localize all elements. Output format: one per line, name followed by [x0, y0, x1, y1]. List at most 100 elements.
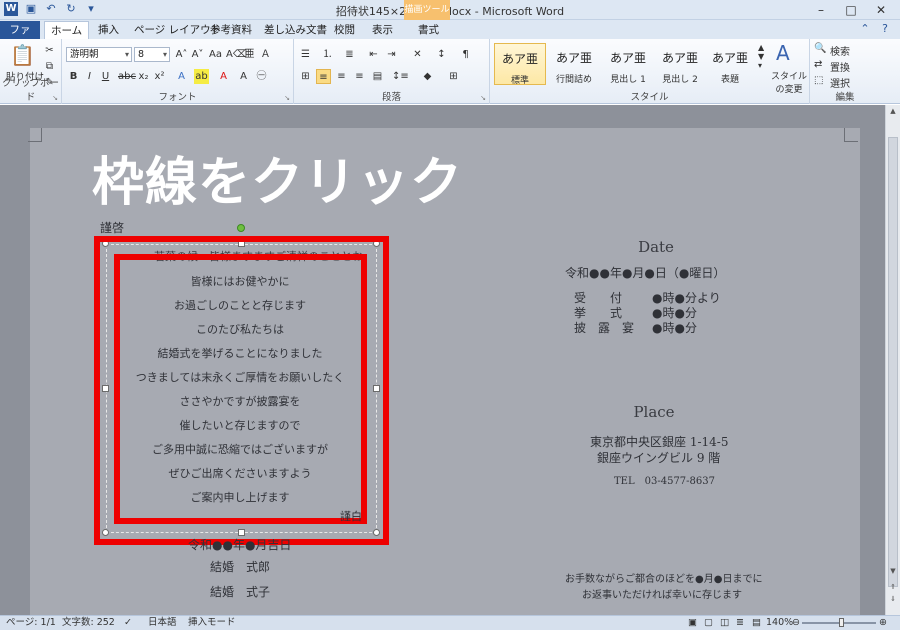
- superscript-icon[interactable]: x²: [152, 69, 167, 84]
- zoom-level[interactable]: 140%: [766, 616, 793, 630]
- find-icon[interactable]: 🔍: [814, 43, 826, 54]
- change-styles-icon[interactable]: A: [776, 41, 790, 65]
- align-right-icon[interactable]: ≡: [334, 69, 349, 84]
- tab-home[interactable]: ホーム: [44, 21, 90, 39]
- dialog-launcher-icon[interactable]: ↘: [284, 94, 290, 102]
- phonetic-guide-icon[interactable]: 亜: [242, 47, 257, 62]
- outline-icon[interactable]: ≣: [736, 616, 744, 630]
- vertical-scrollbar[interactable]: ▲ ▼ ⇑ ⇓: [885, 105, 900, 615]
- line-spacing-icon[interactable]: ↕≡: [392, 69, 409, 84]
- language-indicator[interactable]: 日本語: [148, 616, 177, 630]
- decrease-indent-icon[interactable]: ⇤: [366, 47, 381, 62]
- clear-format-icon[interactable]: A⌫: [226, 47, 247, 62]
- greeting-text[interactable]: 皆様にはお健やかに お過ごしのことと存じます このたび私たちは 結婚式を挙げるこ…: [120, 270, 360, 510]
- distribute-icon[interactable]: ⊞: [298, 69, 313, 84]
- replace-button[interactable]: 置換: [830, 59, 850, 74]
- style-heading-2[interactable]: あア亜 見出し 2: [654, 43, 706, 85]
- dialog-launcher-icon[interactable]: ↘: [480, 94, 486, 102]
- subscript-icon[interactable]: x₂: [136, 69, 151, 84]
- style-gallery-scroll-icon[interactable]: ▲ ▼ ▾: [758, 43, 764, 70]
- next-page-icon[interactable]: ⇓: [886, 595, 900, 603]
- ribbon-tabs: ファイル ホーム 挿入 ページ レイアウト 参考資料 差し込み文書 校閲 表示 …: [0, 20, 900, 54]
- cut-icon[interactable]: ✂: [42, 43, 57, 58]
- greeting-line: ご案内申し上げます: [190, 491, 290, 504]
- tab-references[interactable]: 参考資料: [204, 21, 258, 39]
- tab-file[interactable]: ファイル: [0, 21, 40, 54]
- multilevel-list-icon[interactable]: ≣: [342, 47, 357, 62]
- paste-icon[interactable]: 📋: [10, 43, 35, 67]
- distribute-text-icon[interactable]: ▤: [370, 69, 385, 84]
- increase-indent-icon[interactable]: ⇥: [384, 47, 399, 62]
- italic-icon[interactable]: I: [82, 69, 97, 84]
- bullets-icon[interactable]: ☰: [298, 47, 313, 62]
- prev-page-icon[interactable]: ⇑: [886, 583, 900, 591]
- style-no-spacing[interactable]: あア亜 行間詰め: [548, 43, 600, 85]
- strikethrough-icon[interactable]: abc: [118, 69, 136, 84]
- style-heading-1[interactable]: あア亜 見出し 1: [602, 43, 654, 85]
- select-button[interactable]: 選択: [830, 75, 850, 90]
- text-effects-icon[interactable]: A: [174, 69, 189, 84]
- copy-icon[interactable]: ⧉: [42, 59, 57, 74]
- enclose-circle-icon[interactable]: ㊀: [254, 69, 269, 84]
- telephone: TEL 03-4577-8637: [614, 476, 715, 487]
- change-case-icon[interactable]: Aa: [208, 47, 223, 62]
- crop-mark: [844, 128, 858, 142]
- shrink-font-icon[interactable]: A˅: [190, 47, 205, 62]
- show-marks-icon[interactable]: ¶: [458, 47, 473, 62]
- print-layout-icon[interactable]: ▣: [688, 616, 697, 630]
- replace-icon[interactable]: ⇄: [814, 59, 822, 70]
- page-count[interactable]: ページ: 1/1: [6, 616, 56, 630]
- full-screen-icon[interactable]: ▢: [704, 616, 713, 630]
- instruction-heading: 枠線をクリック: [92, 153, 464, 213]
- zoom-out-icon[interactable]: ⊖: [792, 616, 800, 630]
- scroll-thumb[interactable]: [888, 137, 898, 587]
- insert-mode-indicator[interactable]: 挿入モード: [188, 616, 236, 630]
- paragraph-group: ☰ ⒈ ≣ ⇤ ⇥ ✕ ↕ ¶ ⊞ ≡ ≡ ≡ ▤ ↕≡ ◆ ⊞ 段落 ↘: [294, 39, 490, 104]
- help-icon[interactable]: ?: [878, 22, 892, 36]
- underline-icon[interactable]: U: [98, 69, 113, 84]
- close-icon[interactable]: ✕: [866, 0, 896, 20]
- tab-format[interactable]: 書式: [412, 21, 445, 39]
- date-title: Date: [638, 238, 674, 256]
- style-normal[interactable]: あア亜 標準: [494, 43, 546, 86]
- grow-font-icon[interactable]: A˄: [174, 47, 189, 62]
- minimize-ribbon-icon[interactable]: ⌃: [858, 22, 872, 36]
- char-shading-icon[interactable]: A: [236, 69, 251, 84]
- text-direction-icon[interactable]: ✕: [410, 47, 425, 62]
- font-size-combo[interactable]: 8: [134, 47, 170, 62]
- find-button[interactable]: 検索: [830, 43, 850, 58]
- tab-mailings[interactable]: 差し込み文書: [258, 21, 333, 39]
- font-color-icon[interactable]: A: [216, 69, 231, 84]
- select-icon[interactable]: ⬚: [814, 75, 823, 86]
- scroll-down-icon[interactable]: ▼: [886, 567, 900, 575]
- borders-icon[interactable]: ⊞: [446, 69, 461, 84]
- tab-review[interactable]: 校閲: [328, 21, 361, 39]
- context-tab-drawing-tools: 描画ツール: [404, 0, 450, 20]
- word-count[interactable]: 文字数: 252: [62, 616, 115, 630]
- zoom-slider-thumb[interactable]: [839, 618, 844, 627]
- style-title[interactable]: あア亜 表題: [704, 43, 756, 85]
- enclose-char-icon[interactable]: Ａ: [258, 47, 273, 62]
- shading-icon[interactable]: ◆: [420, 69, 435, 84]
- minimize-icon[interactable]: –: [806, 0, 836, 20]
- justify-icon[interactable]: ≡: [352, 69, 367, 84]
- draft-icon[interactable]: ▤: [752, 616, 761, 630]
- bold-icon[interactable]: B: [66, 69, 81, 84]
- greeting-line: ご多用中誠に恐縮ではございますが: [152, 443, 328, 456]
- numbering-icon[interactable]: ⒈: [320, 47, 335, 62]
- align-center-icon[interactable]: ≡: [316, 69, 331, 84]
- font-name-combo[interactable]: 游明朝: [66, 47, 132, 62]
- dialog-launcher-icon[interactable]: ↘: [52, 94, 58, 102]
- highlight-icon[interactable]: ab: [194, 69, 209, 84]
- scroll-up-icon[interactable]: ▲: [886, 107, 900, 115]
- maximize-icon[interactable]: □: [836, 0, 866, 20]
- tab-view[interactable]: 表示: [366, 21, 399, 39]
- proofing-icon[interactable]: ✓: [124, 616, 132, 630]
- rotate-handle[interactable]: [237, 224, 245, 232]
- editing-label: 編集: [835, 92, 855, 103]
- font-label: フォント: [158, 92, 197, 103]
- web-layout-icon[interactable]: ◫: [720, 616, 729, 630]
- sort-icon[interactable]: ↕: [434, 47, 449, 62]
- tab-insert[interactable]: 挿入: [92, 21, 125, 39]
- zoom-in-icon[interactable]: ⊕: [879, 616, 887, 630]
